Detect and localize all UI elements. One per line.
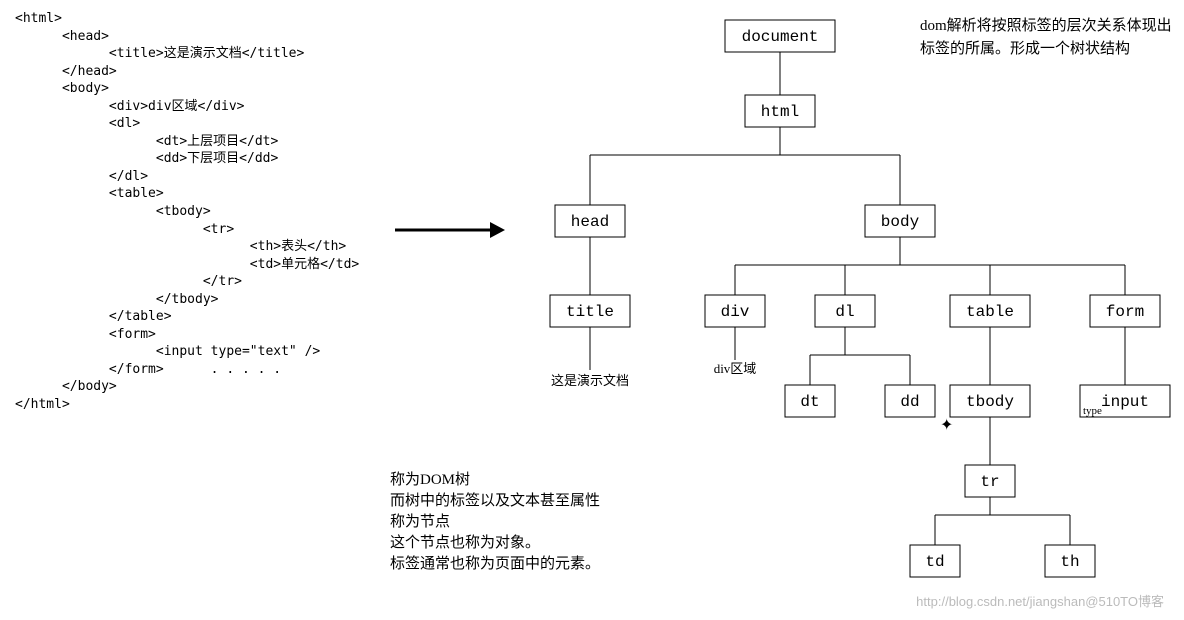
code-line: <body> bbox=[15, 81, 109, 96]
annotation-line: 这个节点也称为对象。 bbox=[390, 533, 610, 554]
marker-icon: ✦ bbox=[940, 417, 953, 434]
code-line: <tbody> bbox=[15, 204, 211, 219]
code-line: <html> bbox=[15, 11, 62, 26]
node-th: th bbox=[1060, 553, 1079, 571]
node-dt: dt bbox=[800, 393, 819, 411]
code-line: </html> bbox=[15, 397, 70, 412]
node-title: title bbox=[566, 303, 614, 321]
code-line: <dd>下层项目</dd> bbox=[15, 151, 278, 166]
dom-tree-diagram: document html head body title 这是演示文档 div… bbox=[520, 10, 1180, 590]
node-input: input bbox=[1101, 393, 1149, 411]
code-line: <th>表头</th> bbox=[15, 239, 346, 254]
watermark-text: http://blog.csdn.net/jiangshan@510TO博客 bbox=[916, 591, 1164, 610]
node-tr: tr bbox=[980, 473, 999, 491]
code-line: <input type="text" /> bbox=[15, 344, 320, 359]
node-form: form bbox=[1106, 303, 1144, 321]
code-line: </tr> bbox=[15, 274, 242, 289]
html-source-code: <html> <head> <title>这是演示文档</title> </he… bbox=[15, 10, 415, 414]
code-line: </table> bbox=[15, 309, 172, 324]
node-head: head bbox=[571, 213, 609, 231]
code-line: <head> bbox=[15, 29, 109, 44]
code-line: <div>div区域</div> bbox=[15, 99, 245, 114]
code-line: <title>这是演示文档</title> bbox=[15, 46, 304, 61]
node-div: div bbox=[721, 303, 750, 321]
code-line: <dl> bbox=[15, 116, 140, 131]
leaf-div-text: div区域 bbox=[714, 361, 757, 376]
arrow-icon bbox=[395, 215, 505, 245]
node-html: html bbox=[761, 103, 799, 121]
code-line: <dt>上层项目</dt> bbox=[15, 134, 278, 149]
node-tbody: tbody bbox=[966, 393, 1014, 411]
node-table: table bbox=[966, 303, 1014, 321]
code-line: <td>单元格</td> bbox=[15, 257, 359, 272]
annotation-line: 标签通常也称为页面中的元素。 bbox=[390, 554, 610, 575]
code-line: </head> bbox=[15, 64, 117, 79]
annotation-line: 称为DOM树 bbox=[390, 470, 610, 491]
leaf-title-text: 这是演示文档 bbox=[551, 373, 629, 388]
code-line: </form> . . . . . bbox=[15, 362, 281, 377]
node-td: td bbox=[925, 553, 944, 571]
code-line: </tbody> bbox=[15, 292, 219, 307]
code-line: </body> bbox=[15, 379, 117, 394]
code-line: <table> bbox=[15, 186, 164, 201]
node-body: body bbox=[881, 213, 920, 231]
annotation-bottom: 称为DOM树 而树中的标签以及文本甚至属性称为节点 这个节点也称为对象。 标签通… bbox=[390, 470, 610, 575]
code-line: <tr> bbox=[15, 222, 234, 237]
node-dl: dl bbox=[835, 303, 854, 321]
node-dd: dd bbox=[900, 393, 919, 411]
code-line: </dl> bbox=[15, 169, 148, 184]
leaf-input-attr: type bbox=[1083, 405, 1102, 417]
annotation-line: 而树中的标签以及文本甚至属性称为节点 bbox=[390, 491, 610, 533]
annotation-top-right: dom解析将按照标签的层次关系体现出标签的所属。形成一个树状结构 bbox=[920, 15, 1175, 60]
code-line: <form> bbox=[15, 327, 156, 342]
node-document: document bbox=[742, 28, 819, 46]
